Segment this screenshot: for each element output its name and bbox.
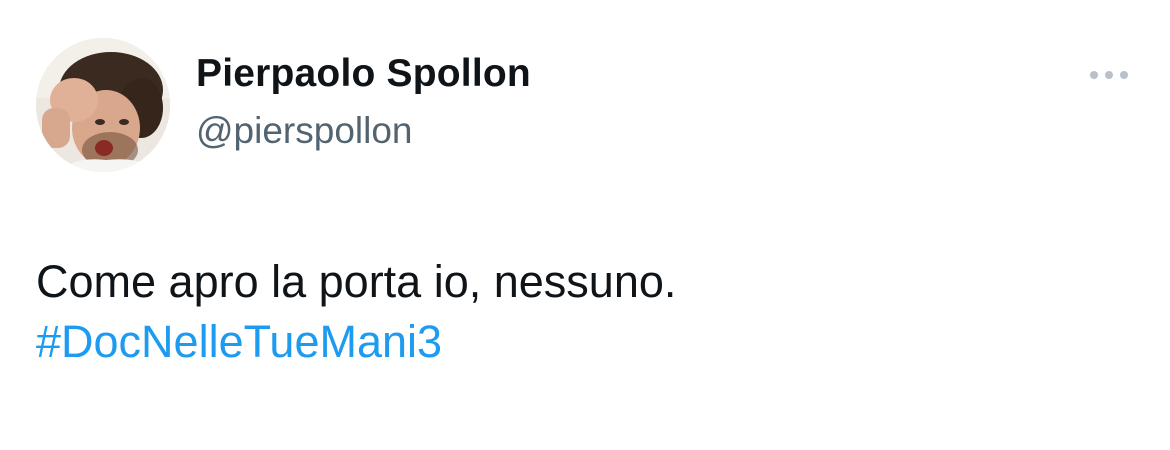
tweet-card: Pierpaolo Spollon @pierspollon Come apro… xyxy=(0,0,1170,450)
author-handle[interactable]: @pierspollon xyxy=(196,110,413,152)
more-horizontal-icon xyxy=(1090,71,1128,79)
tweet-text: Come apro la porta io, nessuno. #DocNell… xyxy=(36,252,676,372)
avatar[interactable] xyxy=(36,38,170,172)
author-display-name[interactable]: Pierpaolo Spollon xyxy=(196,52,531,96)
tweet-body: Come apro la porta io, nessuno. xyxy=(36,256,677,307)
profile-photo-icon xyxy=(36,38,170,172)
hashtag-link[interactable]: #DocNelleTueMani3 xyxy=(36,316,442,367)
more-options-button[interactable] xyxy=(1082,60,1136,90)
